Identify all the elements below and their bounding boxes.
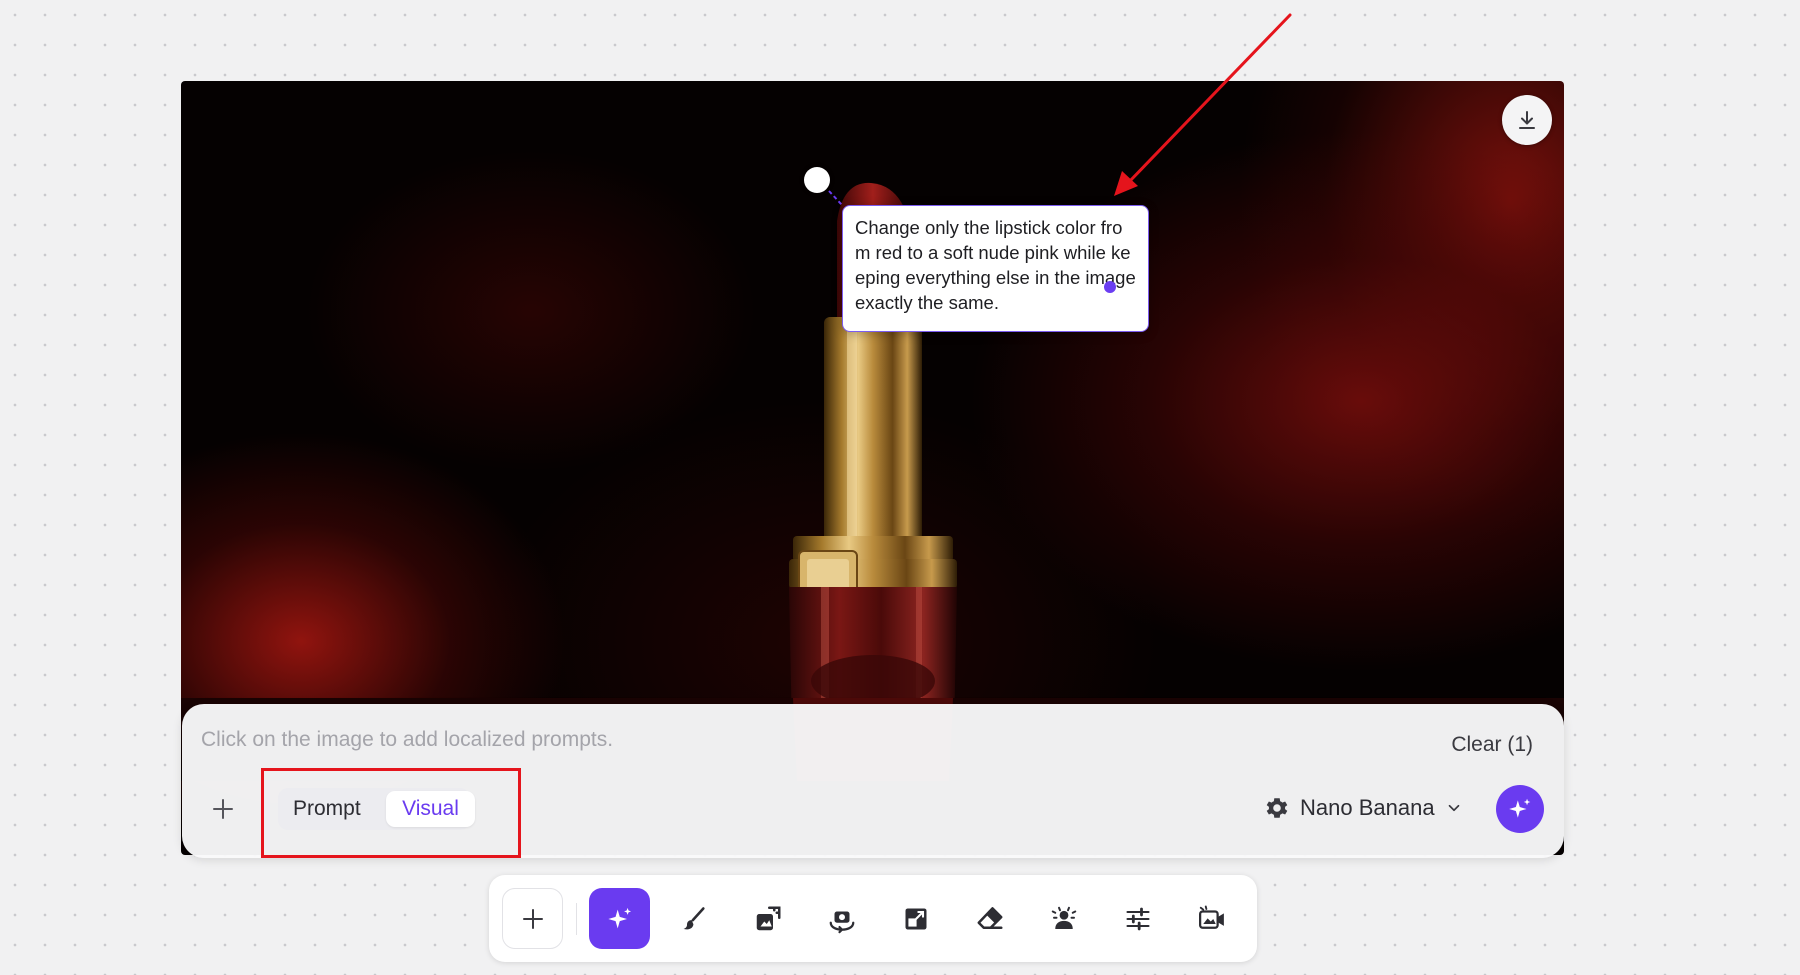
plus-icon — [213, 799, 233, 819]
brush-icon — [683, 906, 705, 929]
mode-toggle-highlight — [261, 768, 521, 858]
model-select[interactable]: Nano Banana — [1264, 790, 1463, 826]
localized-prompt-bubble[interactable]: Change only the lipstick color from red … — [842, 205, 1149, 332]
tool-remove-background-button[interactable] — [1033, 888, 1094, 949]
expand-icon — [905, 908, 926, 929]
prompt-input[interactable]: Click on the image to add localized prom… — [201, 728, 613, 752]
text-cursor-dot — [1104, 281, 1116, 293]
model-label: Nano Banana — [1300, 795, 1435, 820]
remove-background-icon — [1051, 906, 1076, 929]
lipstick-image — [181, 182, 1564, 781]
image-resize-icon — [756, 906, 780, 930]
tool-camera-angle-button[interactable] — [811, 888, 872, 949]
clear-button[interactable]: Clear (1) — [1451, 733, 1533, 757]
image-to-video-icon — [1198, 905, 1224, 929]
tool-brush-button[interactable] — [663, 888, 724, 949]
bottom-toolbar — [489, 875, 1257, 962]
camera-rotate-icon — [829, 911, 854, 933]
download-button[interactable] — [1502, 95, 1552, 145]
toolbar-divider — [576, 903, 577, 935]
generate-button[interactable] — [1496, 785, 1544, 833]
tool-ai-edit-button[interactable] — [589, 888, 650, 949]
tool-image-resize-button[interactable] — [737, 888, 798, 949]
sparkle-icon — [1509, 798, 1531, 818]
plus-icon — [522, 908, 543, 929]
tool-image-to-video-button[interactable] — [1181, 888, 1242, 949]
eraser-icon — [977, 906, 1002, 929]
tool-eraser-button[interactable] — [959, 888, 1020, 949]
tool-expand-button[interactable] — [885, 888, 946, 949]
prompt-anchor-point[interactable] — [804, 167, 830, 193]
tool-add-button[interactable] — [502, 888, 563, 949]
chevron-down-icon — [1448, 804, 1459, 812]
sparkle-icon — [607, 907, 631, 928]
download-icon — [1519, 111, 1535, 129]
gear-icon — [1266, 798, 1288, 818]
add-button[interactable] — [206, 792, 240, 826]
tool-adjust-button[interactable] — [1107, 888, 1168, 949]
adjustments-icon — [1125, 907, 1150, 930]
